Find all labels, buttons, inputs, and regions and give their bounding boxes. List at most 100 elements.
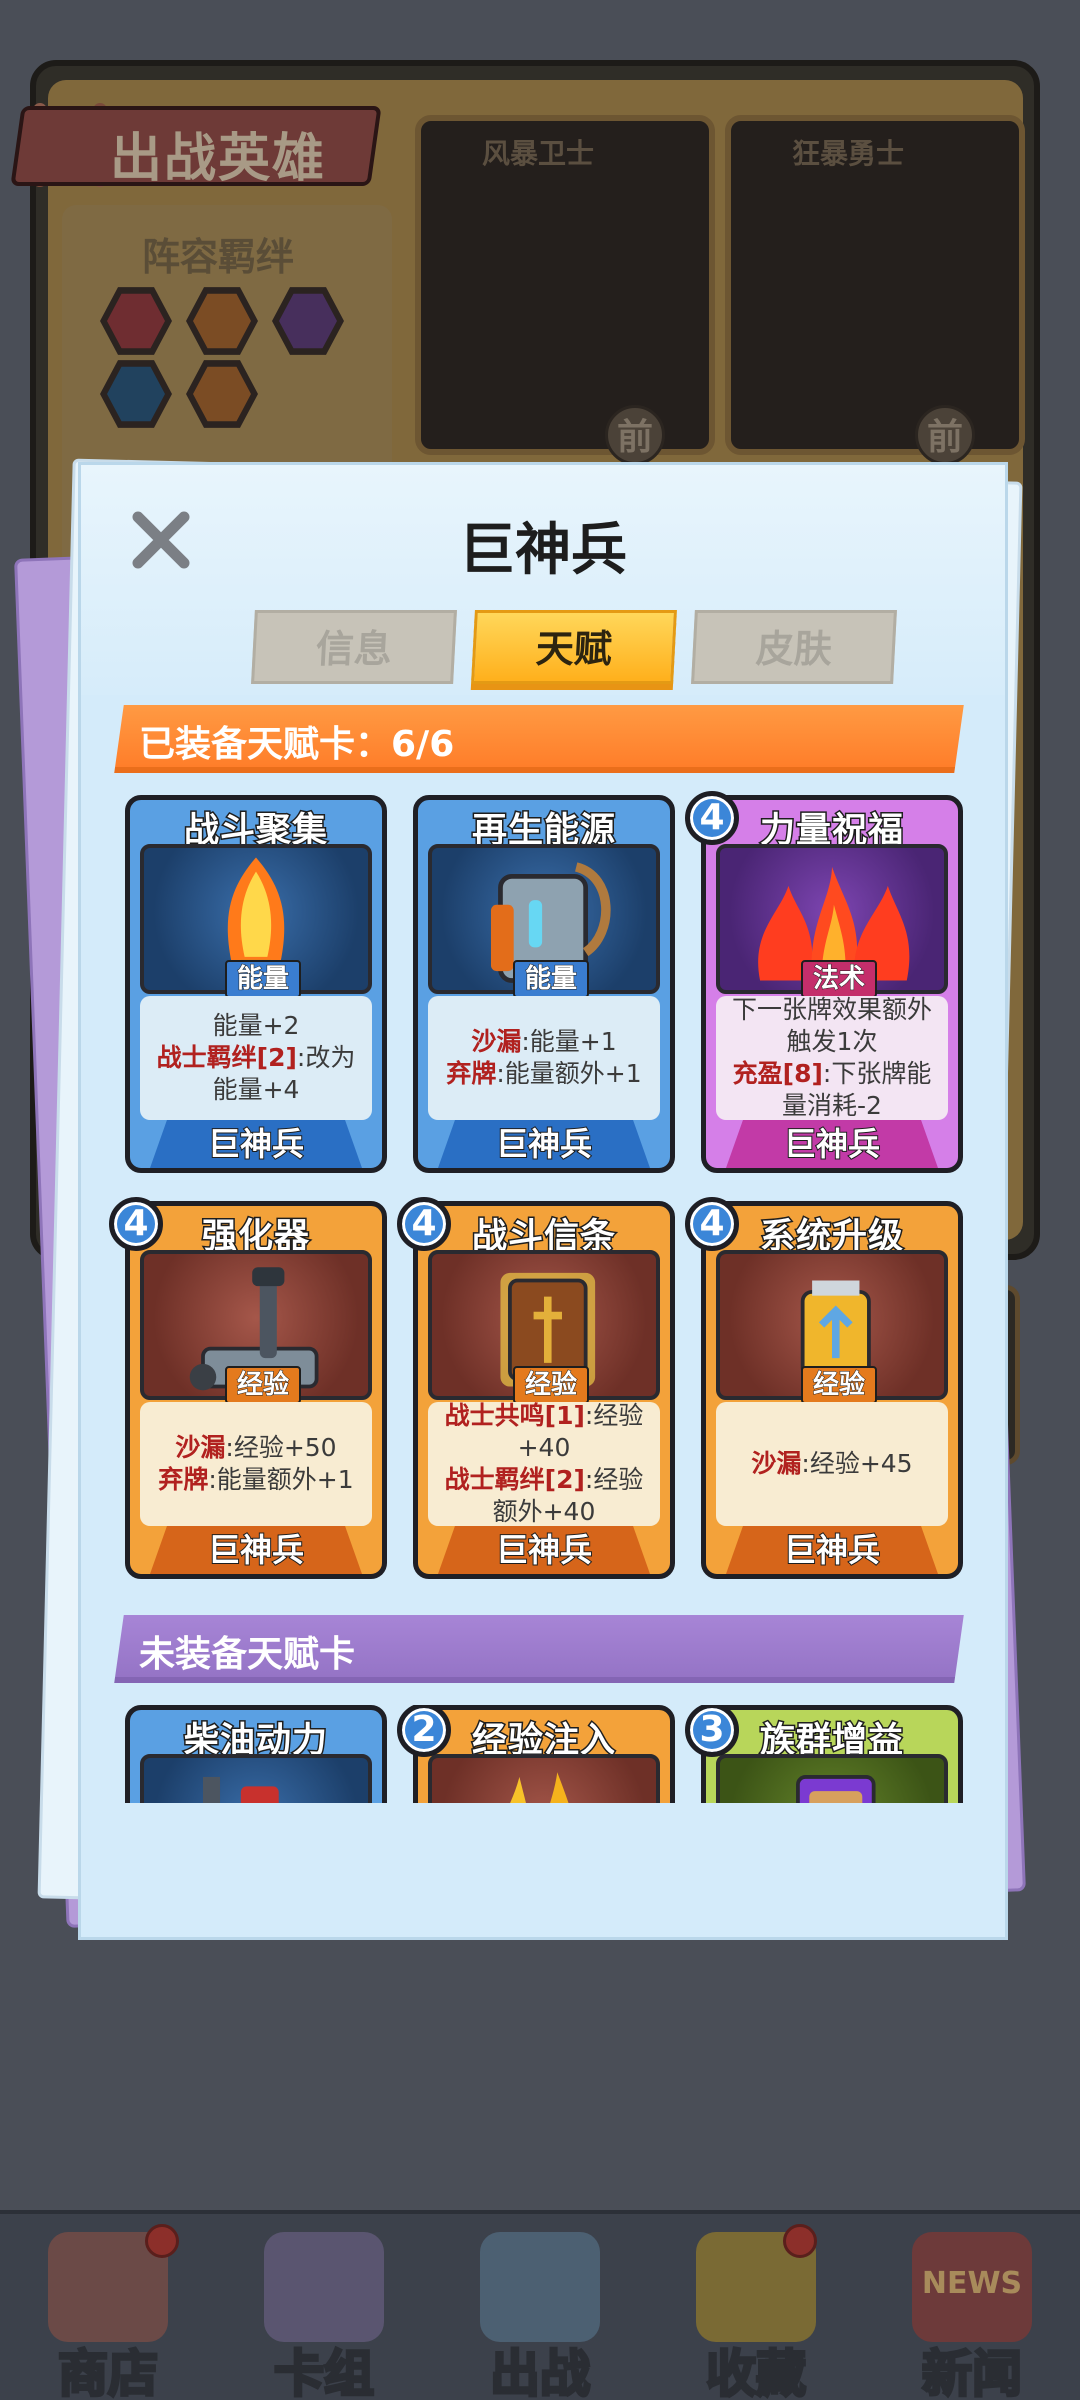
talent-card[interactable]: 力量祝福 法术 下一张牌效果额外 触发1次 充盈[8]:下张牌能 量消耗-2 巨神兵 [701, 795, 963, 1173]
talent-card[interactable]: 战斗聚集 能量 能量+2 战士羁绊[2]:改为 能量+4 巨神兵 [125, 795, 387, 1173]
energy-cost-badge: 2 [397, 1705, 451, 1757]
description-line: 沙漏:能量+1 [432, 1026, 656, 1058]
talent-card[interactable]: 再生能源 能量 沙漏:能量+1 弃牌:能量额外+1 巨神兵 [413, 795, 675, 1173]
keyword: 沙漏 [471, 1027, 522, 1056]
engine-icon [202, 1776, 279, 1803]
talent-modal: 巨神兵 信息 天赋 皮肤 已装备天赋卡：6/6 战斗聚集 能量 能量+2 战士羁绊[2… [78, 462, 1008, 1940]
nav-collection[interactable]: 收藏 [648, 2214, 864, 2400]
keyword: 战士羁绊[2] [156, 1043, 297, 1072]
tab-skin[interactable]: 皮肤 [691, 610, 897, 684]
nav-label: 卡组 [273, 2344, 376, 2400]
energy-cost-badge: 4 [397, 1197, 451, 1251]
card-description: 下一张牌效果额外 触发1次 充盈[8]:下张牌能 量消耗-2 [716, 994, 948, 1122]
description-text: :改为 [296, 1043, 356, 1072]
keyword: 弃牌 [446, 1059, 497, 1088]
card-hero-footer: 巨神兵 [438, 1526, 650, 1574]
description-text: :经验+45 [801, 1449, 913, 1478]
equipped-header: 已装备天赋卡：6/6 [139, 724, 455, 765]
tab-talent[interactable]: 天赋 [471, 610, 677, 684]
description-line: 沙漏:经验+45 [720, 1448, 944, 1480]
description-text: :经验 [584, 1465, 644, 1494]
gold-flames-icon [510, 1772, 569, 1803]
hero-title: 巨神兵 [459, 518, 627, 583]
talent-card[interactable]: 族群增益强化机械 [701, 1705, 963, 1803]
cards-icon [264, 2232, 384, 2342]
nav-label: 新闻 [921, 2344, 1024, 2400]
card-type-tag: 能量 [225, 960, 302, 998]
description-text: :经验+50 [225, 1433, 337, 1462]
unequipped-card-row: 柴油动力能量经验注入经验2 族群增益强化机械3 [81, 1705, 1005, 1803]
nav-deck[interactable]: 卡组 [216, 2214, 432, 2400]
card-hero-footer: 巨神兵 [438, 1120, 650, 1168]
talent-card[interactable]: 柴油动力能量 [125, 1705, 387, 1803]
nav-label: 收藏 [705, 2344, 808, 2400]
talent-card[interactable]: 系统升级 经验 沙漏:经验+45 巨神兵 [701, 1201, 963, 1579]
description-line: 充盈[8]:下张牌能 [720, 1058, 944, 1090]
description-line: 量消耗-2 [720, 1090, 944, 1122]
nav-shop[interactable]: 商店 [0, 2214, 216, 2400]
description-text: 量消耗-2 [782, 1091, 882, 1120]
description-text: 能量+2 [212, 1011, 300, 1040]
card-description: 沙漏:能量+1 弃牌:能量额外+1 [428, 996, 660, 1120]
keyword: 充盈[8] [732, 1059, 823, 1088]
card-hero-footer: 巨神兵 [726, 1526, 938, 1574]
description-line: 额外+40 [432, 1496, 656, 1528]
description-text: 额外+40 [492, 1497, 596, 1526]
card-hero-footer: 巨神兵 [150, 1526, 362, 1574]
card-art [716, 1754, 948, 1803]
nav-label: 商店 [57, 2344, 160, 2400]
description-line: 下一张牌效果额外 [720, 994, 944, 1026]
description-text: :经验 [584, 1401, 644, 1430]
keyword: 弃牌 [158, 1465, 209, 1494]
tab-info[interactable]: 信息 [251, 610, 457, 684]
battle-heroes-title: 出战英雄 [110, 129, 327, 189]
battle-icon [480, 2232, 600, 2342]
team-bond-title: 阵容羁绊 [142, 235, 295, 279]
nav-battle[interactable]: 出战 [432, 2214, 648, 2400]
nav-label: 出战 [489, 2344, 592, 2400]
card-type-tag: 经验 [513, 1366, 590, 1404]
card-art [140, 1754, 372, 1803]
hero-name: 风暴卫士 [482, 137, 595, 170]
bottom-nav: 商店 卡组 出战 收藏 NEWS 新闻 [0, 2210, 1080, 2400]
front-row-badge: 前 [915, 405, 975, 465]
hero-name: 狂暴勇士 [792, 137, 905, 170]
description-text: 触发1次 [786, 1027, 878, 1056]
description-line: 弃牌:能量额外+1 [432, 1058, 656, 1090]
energy-cost-badge: 4 [685, 791, 739, 845]
talent-card[interactable]: 经验注入经验 [413, 1705, 675, 1803]
talent-card[interactable]: 战斗信条 经验 战士共鸣[1]:经验 +40 战士羁绊[2]:经验 额外+40 巨神兵 [413, 1201, 675, 1579]
card-type-tag: 法术 [801, 960, 878, 998]
description-line: 弃牌:能量额外+1 [144, 1464, 368, 1496]
description-text: :下张牌能 [822, 1059, 932, 1088]
notification-dot [783, 2224, 817, 2258]
tab-bar: 信息 天赋 皮肤 [171, 610, 897, 690]
card-art [428, 1754, 660, 1803]
nav-news[interactable]: NEWS 新闻 [864, 2214, 1080, 2400]
card-type-tag: 能量 [513, 960, 590, 998]
talent-card[interactable]: 强化器 经验 沙漏:经验+50 弃牌:能量额外+1 巨神兵 [125, 1201, 387, 1579]
description-line: 战士羁绊[2]:经验 [432, 1464, 656, 1496]
news-badge-text: NEWS [921, 2266, 1023, 2301]
description-line: 战士共鸣[1]:经验 [432, 1400, 656, 1432]
card-hero-footer: 巨神兵 [150, 1120, 362, 1168]
keyword: 战士共鸣[1] [444, 1401, 585, 1430]
description-line: 能量+2 [144, 1010, 368, 1042]
description-text: 能量+4 [212, 1075, 300, 1104]
description-text: +40 [517, 1433, 571, 1462]
description-line: 战士羁绊[2]:改为 [144, 1042, 368, 1074]
card-description: 战士共鸣[1]:经验 +40 战士羁绊[2]:经验 额外+40 [428, 1400, 660, 1528]
card-hero-footer: 巨神兵 [726, 1120, 938, 1168]
energy-cost-badge: 4 [685, 1197, 739, 1251]
keyword: 沙漏 [751, 1449, 802, 1478]
energy-cost-badge: 4 [109, 1197, 163, 1251]
description-line: 沙漏:经验+50 [144, 1432, 368, 1464]
card-description: 沙漏:经验+45 [716, 1402, 948, 1526]
card-purple-icon [796, 1775, 876, 1803]
description-line: 触发1次 [720, 1026, 944, 1058]
description-text: :能量额外+1 [208, 1465, 354, 1494]
keyword: 战士羁绊[2] [444, 1465, 585, 1494]
description-text: :能量额外+1 [496, 1059, 642, 1088]
unequipped-header: 未装备天赋卡 [139, 1634, 356, 1675]
description-line: 能量+4 [144, 1074, 368, 1106]
